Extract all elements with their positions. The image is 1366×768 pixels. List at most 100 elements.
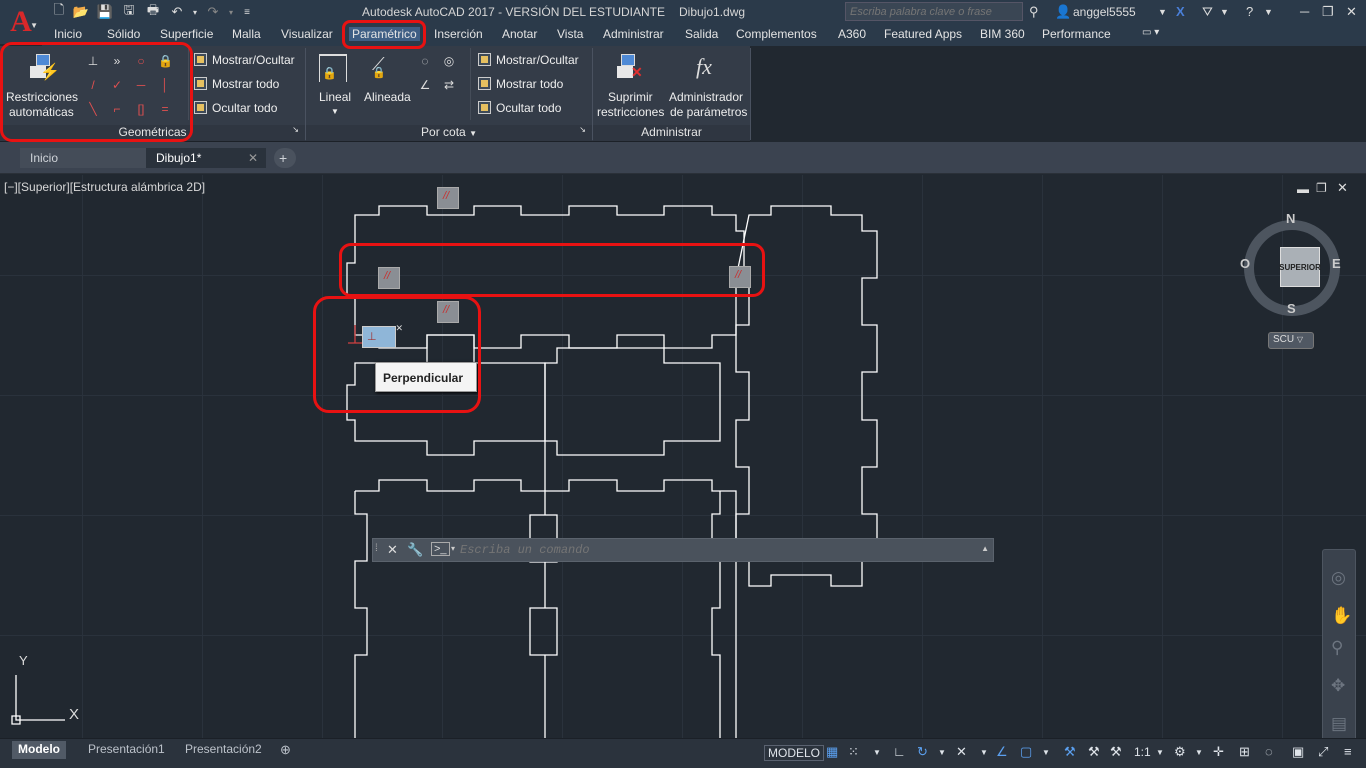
compass-south[interactable]: S (1287, 301, 1296, 316)
isodraft-icon[interactable]: ✕ (956, 744, 967, 760)
linear-dimension-button[interactable]: 🔒 Lineal ▼ (315, 50, 355, 118)
layout-tab-presentacion2[interactable]: Presentación2 (179, 741, 268, 759)
tab-featured-apps[interactable]: Featured Apps (884, 27, 962, 41)
restore-icon[interactable]: ❐ (1322, 4, 1334, 20)
tab-insercion[interactable]: Inserción (434, 27, 483, 41)
new-tab-plus-icon[interactable]: + (274, 148, 296, 168)
help-dropdown-icon[interactable]: ▼ (1264, 4, 1273, 20)
binoculars-icon[interactable]: ⚲ (1029, 4, 1039, 20)
annotation-visibility-icon[interactable]: ⚒ (1064, 744, 1076, 760)
application-menu-button[interactable]: A ▼ (0, 0, 42, 44)
dropdown-icon[interactable]: ▼ (938, 748, 946, 757)
undo-icon[interactable]: ↶ (168, 3, 186, 21)
model-space-button[interactable]: MODELO (764, 745, 825, 761)
clean-screen-icon[interactable]: ⤢ (1318, 744, 1328, 760)
dropdown-icon[interactable]: ▼ (1156, 748, 1164, 757)
new-file-icon[interactable]: 🗋 (50, 2, 68, 21)
workspace-gear-icon[interactable]: ⚙ (1174, 744, 1186, 760)
convert-dimension-icon[interactable]: ⇄ (442, 78, 456, 92)
grip-icon[interactable]: ⁞ (375, 543, 378, 554)
scale-value[interactable]: 1:1 (1134, 745, 1151, 759)
tab-vista[interactable]: Vista (557, 27, 583, 41)
tab-superficie[interactable]: Superficie (160, 27, 213, 41)
tab-salida[interactable]: Salida (685, 27, 718, 41)
add-layout-plus-icon[interactable]: ⊕ (274, 741, 297, 759)
customize-qat-icon[interactable]: ≡ (238, 3, 256, 21)
open-file-icon[interactable]: 📂 (72, 3, 90, 21)
search-input[interactable] (845, 2, 1023, 21)
tab-performance[interactable]: Performance (1042, 27, 1111, 41)
snap-icon[interactable]: ⁙ (848, 744, 859, 760)
redo-icon[interactable]: ↷ (204, 3, 222, 21)
close-icon[interactable]: ✕ (1346, 4, 1357, 20)
command-prompt-icon[interactable]: >_ (431, 542, 450, 556)
annotation-monitor-icon[interactable]: ✛ (1213, 744, 1224, 760)
hardware-acceleration-icon[interactable]: ▣ (1292, 744, 1304, 760)
recent-commands-icon[interactable]: ▾ (451, 544, 455, 553)
layout-tab-presentacion1[interactable]: Presentación1 (82, 741, 171, 759)
dim-show-hide-button[interactable]: Mostrar/Ocultar (478, 53, 579, 68)
plot-icon[interactable]: 🖶 (144, 2, 162, 21)
units-icon[interactable]: ⊞ (1239, 744, 1250, 760)
dropdown-icon[interactable]: ▼ (980, 748, 988, 757)
doc-tab-dibujo1[interactable]: Dibujo1* ✕ (146, 148, 266, 168)
annotation-scale-icon[interactable]: ⚒ (1110, 744, 1122, 760)
ortho-icon[interactable]: ∟ (893, 744, 906, 759)
layout-tab-model[interactable]: Modelo (12, 741, 66, 759)
zoom-icon[interactable]: ⚲ (1331, 638, 1343, 658)
viewcube-face-top[interactable]: SUPERIOR (1279, 247, 1321, 287)
expand-history-icon[interactable]: ▲ (981, 544, 989, 553)
grid-icon[interactable]: ▦ (826, 744, 838, 760)
object-snap-tracking-icon[interactable]: ∠ (996, 744, 1008, 760)
dim-show-all-button[interactable]: Mostrar todo (478, 77, 563, 92)
dropdown-icon[interactable]: ▼ (1042, 748, 1050, 757)
dropdown-icon[interactable]: ▼ (1195, 748, 1203, 757)
steering-wheel-icon[interactable]: ◎ (1331, 568, 1346, 588)
save-icon[interactable]: 💾 (96, 3, 114, 21)
launcher-icon[interactable]: ↘ (579, 125, 586, 134)
radial-dimension-icon[interactable]: ◌ (418, 54, 432, 68)
customization-icon[interactable]: ≡ (1344, 744, 1352, 759)
minimize-icon[interactable]: ─ (1300, 4, 1309, 20)
compass-west[interactable]: O (1240, 256, 1250, 271)
constraint-badge-icon[interactable] (437, 187, 459, 209)
parameters-manager-button[interactable]: fx Administrador de parámetros (668, 50, 748, 119)
tab-complementos[interactable]: Complementos (736, 27, 817, 41)
delete-constraints-button[interactable]: ✕ Suprimir restricciones (597, 50, 665, 119)
geo-show-hide-button[interactable]: Mostrar/Ocultar (194, 53, 295, 68)
aligned-dimension-button[interactable]: ⟋ 🔒 Alineada (362, 50, 412, 118)
polar-tracking-icon[interactable]: ↻ (917, 744, 928, 760)
center-post[interactable] (529, 441, 558, 738)
close-icon[interactable]: ✕ (387, 542, 398, 558)
ucs-menu-button[interactable]: SCU ▽ (1268, 332, 1314, 349)
dropdown-icon[interactable]: ▼ (873, 748, 881, 757)
exchange-apps-icon[interactable]: X (1176, 4, 1185, 20)
diameter-dimension-icon[interactable]: ◎ (442, 54, 456, 68)
compass-north[interactable]: N (1286, 211, 1295, 226)
showmotion-icon[interactable]: ▤ (1331, 714, 1347, 734)
user-icon[interactable]: 👤 (1055, 4, 1071, 20)
compass-east[interactable]: E (1332, 256, 1341, 271)
tab-a360[interactable]: A360 (838, 27, 866, 41)
doc-tab-inicio[interactable]: Inicio (20, 148, 146, 168)
user-name[interactable]: anggel5555 (1073, 4, 1136, 20)
middle-right-box[interactable] (544, 347, 721, 456)
a360-dropdown-icon[interactable]: ▼ (1220, 4, 1229, 20)
isolate-objects-icon[interactable]: ◌ (1265, 744, 1273, 759)
user-dropdown-icon[interactable]: ▼ (1158, 4, 1167, 20)
command-input[interactable] (460, 541, 980, 559)
orbit-icon[interactable]: ✥ (1331, 676, 1345, 696)
wrench-icon[interactable]: 🔧 (407, 542, 423, 558)
tab-visualizar[interactable]: Visualizar (281, 27, 333, 41)
panel-title-por-cota[interactable]: Por cota ▼ ↘ (306, 125, 592, 141)
pan-icon[interactable]: ✋ (1331, 606, 1352, 626)
geo-show-all-button[interactable]: Mostrar todo (194, 77, 279, 92)
undo-dropdown-icon[interactable]: ▾ (186, 3, 204, 21)
tab-administrar[interactable]: Administrar (603, 27, 664, 41)
a360-icon[interactable]: ⛛ (1202, 4, 1213, 20)
tab-inicio[interactable]: Inicio (54, 27, 82, 41)
launcher-icon[interactable]: ↘ (292, 125, 299, 134)
ribbon-minimize-icon[interactable]: ▭ ▾ (1142, 27, 1159, 38)
auto-scale-icon[interactable]: ⚒ (1088, 744, 1100, 760)
save-as-icon[interactable]: 🖫 (120, 2, 138, 21)
